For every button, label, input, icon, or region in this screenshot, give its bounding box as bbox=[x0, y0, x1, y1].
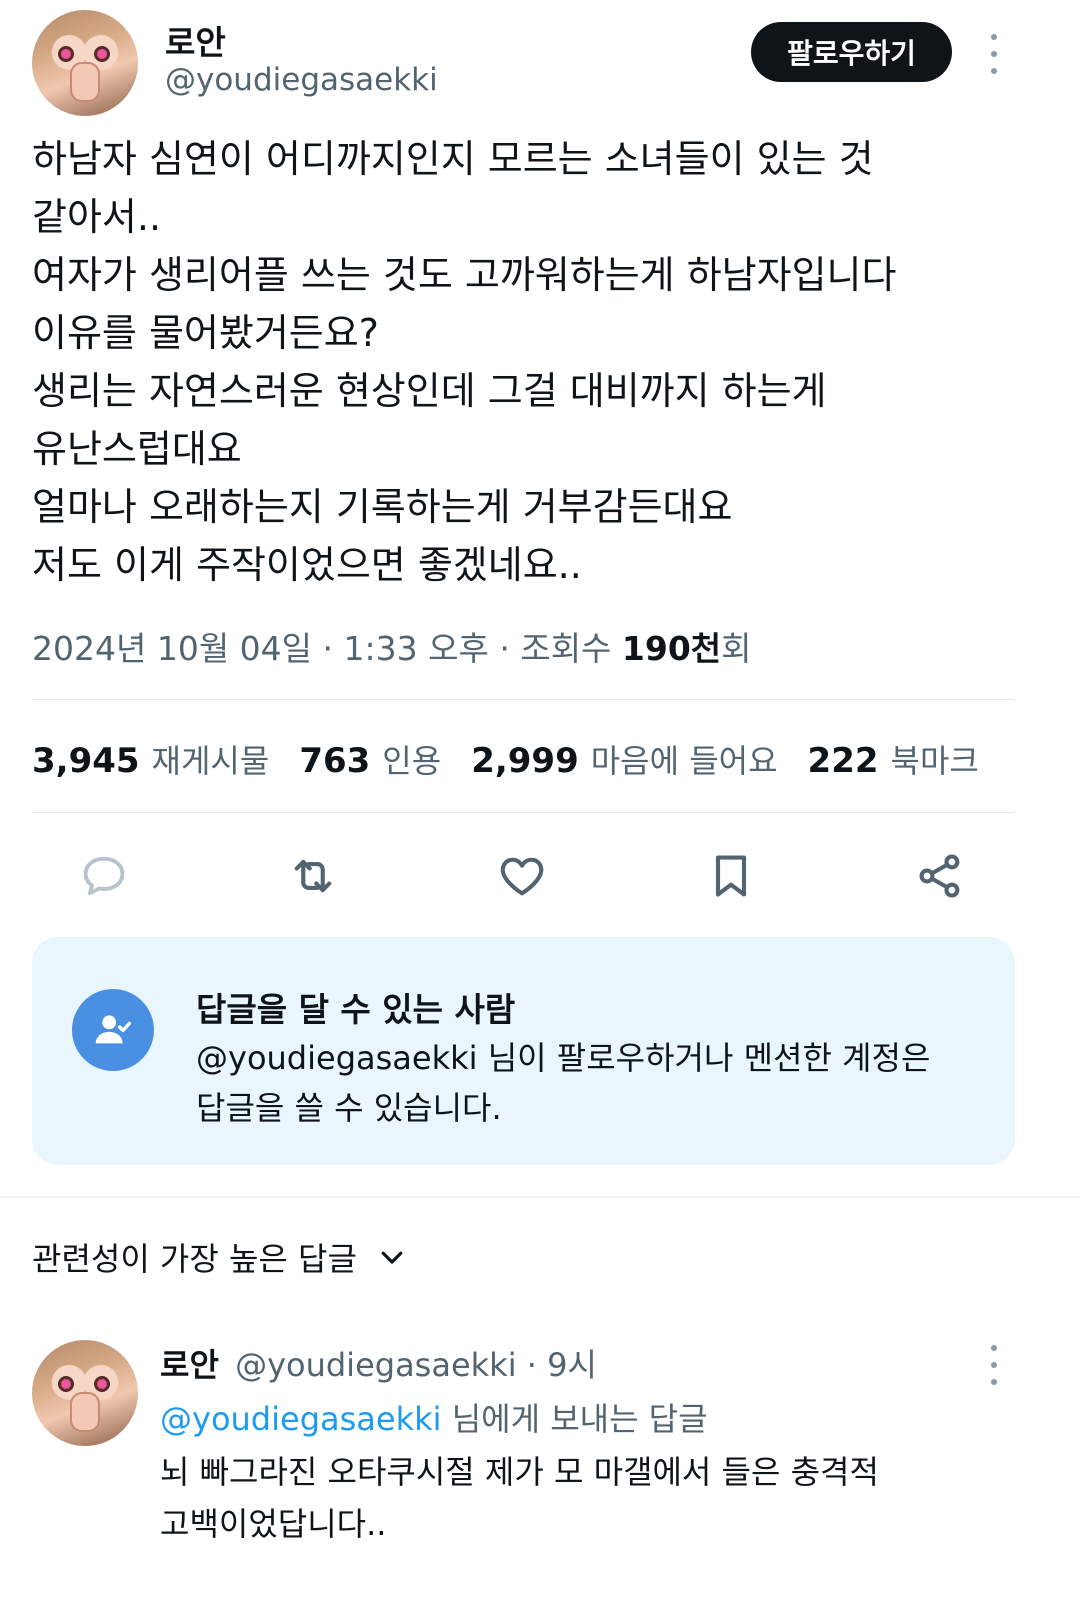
reply-mention-link[interactable]: @youdiegasaekki bbox=[160, 1400, 442, 1438]
tweet-text-line: 하남자 심연이 어디까지인지 모르는 소녀들이 있는 것 bbox=[32, 137, 874, 181]
bookmarks-label: 북마크 bbox=[890, 742, 979, 780]
retweets-stat[interactable]: 3,945 재게시물 bbox=[32, 736, 269, 782]
avatar[interactable] bbox=[32, 1340, 138, 1446]
reply-sort-label: 관련성이 가장 높은 답글 bbox=[32, 1240, 357, 1278]
avatar-eye bbox=[58, 1376, 74, 1392]
views-prefix: 조회수 bbox=[520, 629, 622, 668]
replying-to: @youdiegasaekki 님에게 보내는 답글 bbox=[160, 1394, 708, 1440]
reply-text: 뇌 빠그라진 오타쿠시절 제가 모 마갤에서 들은 충격적 고백이었답니다.. bbox=[160, 1446, 879, 1550]
quotes-stat[interactable]: 763 인용 bbox=[299, 736, 441, 782]
tweet-meta: 2024년 10월 04일 · 1:33 오후 · 조회수 190천회 bbox=[32, 622, 752, 670]
quotes-label: 인용 bbox=[382, 742, 442, 780]
bookmarks-count: 222 bbox=[807, 741, 879, 781]
tweet-text-line: 여자가 생리어플 쓰는 것도 고까워하는게 하남자입니다 bbox=[32, 253, 897, 297]
views-suffix: 회 bbox=[721, 629, 752, 668]
reply-permission-description: @youdiegasaekki 님이 팔로우하거나 멘션한 계정은 답글을 쓸 … bbox=[196, 1033, 996, 1133]
likes-stat[interactable]: 2,999 마음에 들어요 bbox=[471, 736, 777, 782]
bookmarks-stat[interactable]: 222 북마크 bbox=[808, 736, 979, 782]
reply-time[interactable]: · 9시 bbox=[517, 1346, 597, 1384]
meta-separator: · bbox=[488, 629, 521, 668]
retweets-label: 재게시물 bbox=[151, 742, 270, 780]
likes-label: 마음에 들어요 bbox=[590, 742, 778, 780]
tweet-text-line: 저도 이게 주작이었으면 좋겠네요.. bbox=[32, 543, 582, 587]
retweets-count: 3,945 bbox=[32, 741, 140, 781]
author-name[interactable]: 로안 bbox=[165, 16, 226, 64]
views-count: 190천 bbox=[621, 629, 722, 668]
tweet-detail-page: 로안 @youdiegasaekki 팔로우하기 하남자 심연이 어디까지인지 … bbox=[0, 0, 1080, 1620]
section-divider bbox=[0, 1196, 1080, 1198]
tweet-stats: 3,945 재게시물 763 인용 2,999 마음에 들어요 222 북마크 bbox=[32, 734, 1009, 784]
tweet-text: 하남자 심연이 어디까지인지 모르는 소녀들이 있는 것 같아서.. 여자가 생… bbox=[32, 130, 1032, 594]
reply-text-line: 뇌 빠그라진 오타쿠시절 제가 모 마갤에서 들은 충격적 bbox=[160, 1453, 879, 1491]
share-icon[interactable] bbox=[912, 848, 968, 904]
bookmark-icon[interactable] bbox=[703, 848, 759, 904]
avatar-eye bbox=[94, 46, 110, 62]
tweet-text-line: 같아서.. bbox=[32, 195, 162, 239]
chevron-down-icon bbox=[381, 1251, 403, 1264]
avatar-hands bbox=[70, 1392, 100, 1432]
retweet-icon[interactable] bbox=[285, 848, 341, 904]
divider bbox=[32, 699, 1014, 700]
reply-permission-title: 답글을 달 수 있는 사람 bbox=[196, 990, 516, 1029]
tweet-time[interactable]: 1:33 오후 bbox=[344, 629, 489, 668]
more-options-icon[interactable] bbox=[984, 34, 1004, 74]
follow-button[interactable]: 팔로우하기 bbox=[751, 22, 952, 82]
tweet-text-line: 얼마나 오래하는지 기록하는게 거부감든대요 bbox=[32, 485, 733, 529]
tweet-text-line: 유난스럽대요 bbox=[32, 427, 242, 471]
avatar[interactable] bbox=[32, 10, 138, 116]
reply-text-line: 고백이었답니다.. bbox=[160, 1505, 387, 1543]
divider bbox=[32, 812, 1014, 813]
tweet-text-line: 이유를 물어봤거든요? bbox=[32, 311, 379, 355]
reply-permission-card: 답글을 달 수 있는 사람 @youdiegasaekki 님이 팔로우하거나 … bbox=[32, 937, 1015, 1165]
more-options-icon[interactable] bbox=[984, 1345, 1004, 1385]
like-icon[interactable] bbox=[494, 848, 550, 904]
likes-count: 2,999 bbox=[471, 741, 579, 781]
replying-to-label: 님에게 보내는 답글 bbox=[441, 1400, 708, 1438]
reply-author-name[interactable]: 로안 bbox=[160, 1346, 219, 1384]
quotes-count: 763 bbox=[299, 741, 371, 781]
meta-separator: · bbox=[312, 629, 344, 668]
author-handle[interactable]: @youdiegasaekki bbox=[165, 62, 438, 98]
reply-header: 로안 @youdiegasaekki · 9시 bbox=[160, 1340, 597, 1386]
reply-author-handle[interactable]: @youdiegasaekki bbox=[235, 1346, 517, 1384]
avatar-hands bbox=[70, 62, 100, 102]
reply-sort-dropdown[interactable]: 관련성이 가장 높은 답글 bbox=[32, 1234, 407, 1280]
tweet-header: 로안 @youdiegasaekki 팔로우하기 bbox=[0, 0, 1080, 120]
reply-permission-line: @youdiegasaekki 님이 팔로우하거나 멘션한 계정은 bbox=[196, 1039, 931, 1077]
tweet-text-line: 생리는 자연스러운 현상인데 그걸 대비까지 하는게 bbox=[32, 369, 827, 413]
reply-icon[interactable] bbox=[76, 848, 132, 904]
reply-permission-line: 답글을 쓸 수 있습니다. bbox=[196, 1089, 502, 1127]
tweet-date[interactable]: 2024년 10월 04일 bbox=[32, 629, 312, 668]
avatar-eye bbox=[94, 1376, 110, 1392]
user-check-icon bbox=[72, 989, 154, 1071]
avatar-eye bbox=[58, 46, 74, 62]
